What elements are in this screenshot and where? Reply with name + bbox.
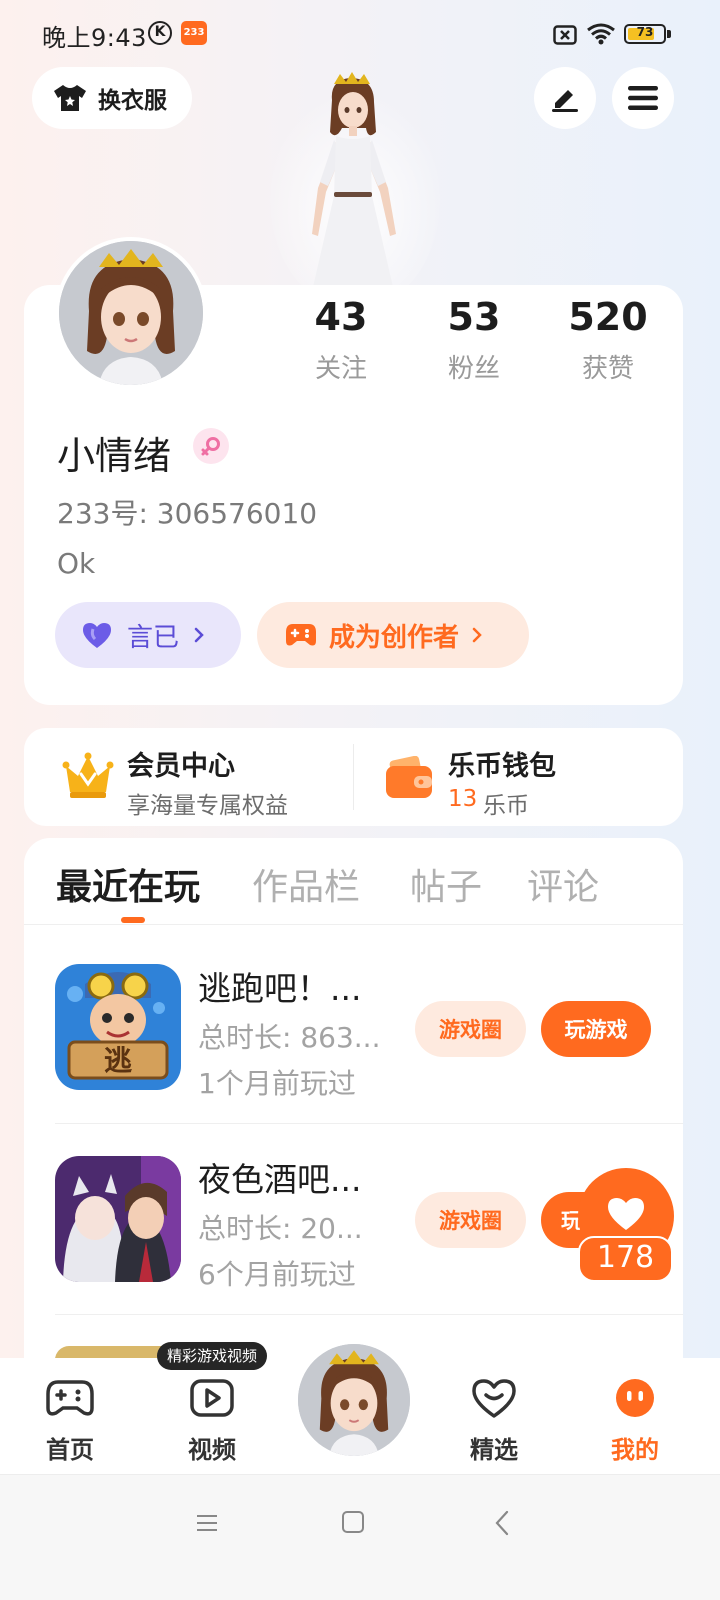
battery-icon: 73 [624,24,671,44]
badge-pill-button[interactable]: 言已 [55,602,241,668]
wifi-icon [587,23,615,45]
battery-level: 73 [636,25,654,39]
followers-label: 粉丝 [447,354,500,384]
stat-followers[interactable]: 53 粉丝 [414,296,534,385]
heart-chat-icon [472,1379,516,1418]
gamepad-icon [286,624,316,646]
game-duration: 总时长: 20... [198,1212,363,1245]
k-app-icon: K [148,21,172,45]
game-duration: 总时长: 863... [198,1021,381,1054]
face-icon [616,1379,654,1417]
system-navigation-bar [0,1474,720,1600]
tab-works[interactable]: 作品栏 [252,858,360,910]
nav-mine[interactable]: 我的 [585,1378,685,1465]
wallet-amount: 13 [448,786,478,812]
following-label: 关注 [314,354,367,384]
member-center-subtitle: 享海量专属权益 [127,793,288,819]
game-icon-text: 逃 [104,1044,132,1077]
shirt-icon [54,85,86,111]
edit-profile-button[interactable] [534,67,596,129]
change-outfit-button[interactable]: 换衣服 [32,67,192,129]
recent-apps-icon[interactable] [195,1511,219,1535]
stat-following[interactable]: 43 关注 [281,296,401,385]
back-icon[interactable] [492,1509,512,1537]
nav-featured-label: 精选 [470,1436,518,1464]
tab-indicator [121,917,145,923]
avatar-face-image [59,241,203,385]
followers-count: 53 [447,295,501,339]
tab-comments[interactable]: 评论 [527,858,599,910]
edit-icon [552,90,578,112]
chevron-right-icon [194,627,204,643]
play-game-button[interactable]: 玩游戏 [541,1001,651,1057]
tab-posts[interactable]: 帖子 [410,858,482,910]
app-233-icon: 233 [181,21,207,45]
home-icon[interactable] [341,1510,365,1534]
profile-avatar[interactable] [55,237,207,389]
nav-video-label: 视频 [188,1436,236,1464]
change-outfit-label: 换衣服 [98,88,167,114]
video-play-icon [190,1379,234,1417]
nav-avatar-button[interactable] [298,1344,410,1456]
gamepad-icon [46,1380,94,1416]
game-last-played: 1个月前玩过 [198,1067,356,1100]
crown-icon [62,752,114,798]
following-count: 43 [314,295,368,339]
wallet-title: 乐币钱包 [448,751,556,782]
user-name: 小情绪 [57,434,172,478]
user-id: 233号: 306576010 [57,497,318,530]
game-title: 夜色酒吧... [198,1160,362,1199]
nav-featured[interactable]: 精选 [444,1378,544,1465]
nav-mine-label: 我的 [611,1436,659,1464]
heart-icon [608,1198,644,1230]
game-icon-night-bar[interactable] [55,1156,181,1282]
nav-home-label: 首页 [46,1436,94,1464]
likes-label: 获赞 [581,354,634,384]
become-creator-button[interactable]: 成为创作者 [257,602,529,668]
game-title: 逃跑吧！... [198,969,362,1008]
chevron-right-icon [472,627,482,643]
game-icon-escape[interactable]: 逃 [55,964,181,1090]
video-tooltip[interactable]: 精彩游戏视频 [157,1342,268,1370]
no-sim-icon [553,25,577,45]
nav-video[interactable]: 视频 [162,1378,262,1465]
game-circle-button[interactable]: 游戏圈 [415,1192,526,1248]
user-bio: Ok [57,547,96,580]
status-bar: 晚上9:43 K 233 73 [0,0,720,66]
wallet-unit: 乐币 [483,793,529,819]
heart-icon [83,623,111,648]
badge-pill-label: 言已 [127,622,180,653]
row-divider [55,1314,683,1315]
menu-icon [628,86,658,110]
status-time: 晚上9:43 [42,24,147,52]
like-count: 178 [578,1236,673,1282]
wallet-icon [386,756,432,798]
nav-home[interactable]: 首页 [20,1378,120,1465]
game-circle-button[interactable]: 游戏圈 [415,1001,526,1057]
stat-likes[interactable]: 520 获赞 [548,296,668,385]
likes-count: 520 [568,295,648,339]
tab-recent-played[interactable]: 最近在玩 [56,858,200,910]
avatar-face-image [298,1344,410,1456]
menu-button[interactable] [612,67,674,129]
game-last-played: 6个月前玩过 [198,1258,356,1291]
member-center-title: 会员中心 [127,751,235,782]
avatar-3d-figure[interactable] [270,70,440,300]
female-gender-icon [193,428,229,464]
become-creator-label: 成为创作者 [329,622,460,653]
